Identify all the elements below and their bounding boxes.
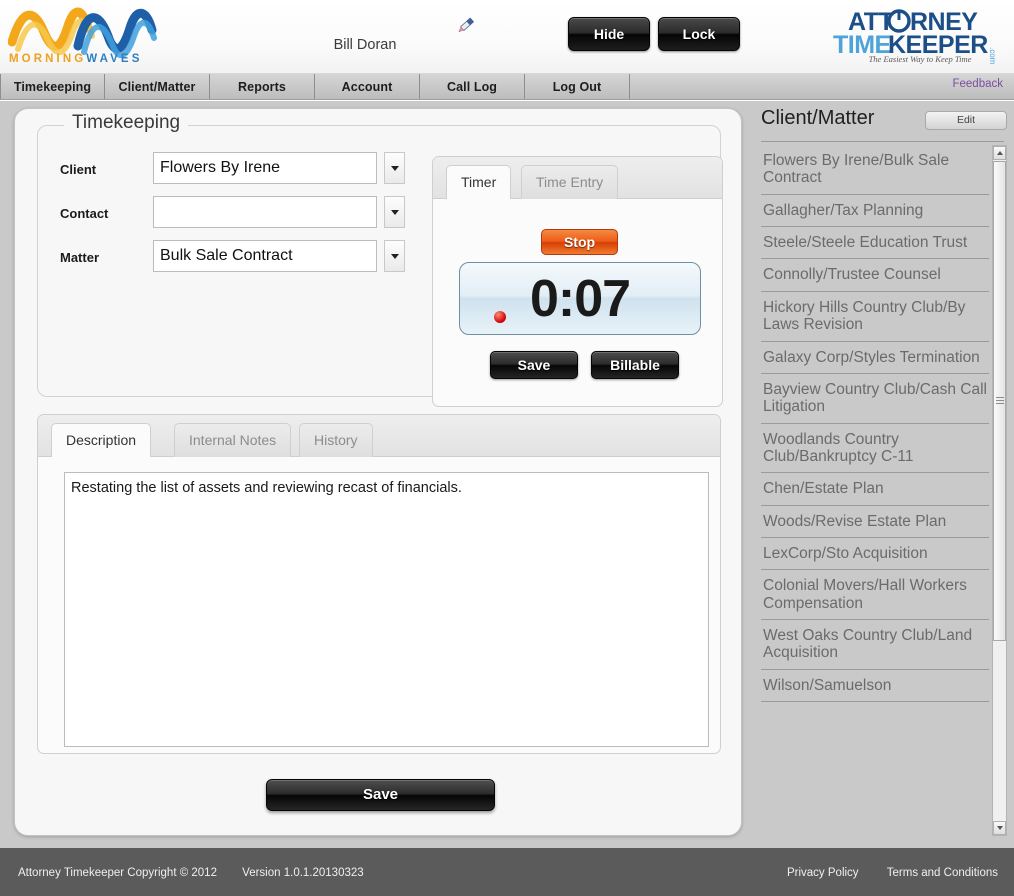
scrollbar-thumb[interactable]	[993, 161, 1006, 641]
tab-history[interactable]: History	[299, 423, 373, 457]
nav-item-timekeeping[interactable]: Timekeeping	[0, 74, 105, 99]
lock-button[interactable]: Lock	[658, 17, 740, 51]
tab-time-entry[interactable]: Time Entry	[521, 165, 619, 199]
timer-card: Timer Time Entry Stop 0:07 Save Billable	[432, 156, 723, 407]
edit-button[interactable]: Edit	[925, 111, 1007, 130]
app-header: MORNINGWAVES Bill Doran Hide Lock ATT RN…	[0, 0, 1014, 74]
feedback-link[interactable]: Feedback	[952, 78, 1003, 90]
scroll-up-icon[interactable]	[993, 146, 1006, 160]
nav-item-client-matter[interactable]: Client/Matter	[105, 74, 210, 99]
footer-links: Privacy Policy Terms and Conditions	[787, 867, 998, 879]
footer-copyright-block: Attorney Timekeeper Copyright © 2012 Ver…	[18, 867, 364, 879]
list-item[interactable]: Wilson/Samuelson	[761, 670, 989, 703]
nav-item-call-log[interactable]: Call Log	[420, 74, 525, 99]
billable-button[interactable]: Billable	[591, 351, 679, 379]
list-item[interactable]: Steele/Steele Education Trust	[761, 227, 989, 260]
sidebar-scrollbar[interactable]	[992, 145, 1007, 836]
matter-label: Matter	[60, 250, 100, 265]
svg-text:The Easiest Way to Keep Time: The Easiest Way to Keep Time	[869, 54, 972, 64]
page-title: Timekeeping	[64, 112, 189, 134]
contact-input[interactable]	[153, 196, 377, 228]
list-item[interactable]: Woods/Revise Estate Plan	[761, 506, 989, 539]
svg-text:.com: .com	[988, 47, 997, 65]
privacy-policy-link[interactable]: Privacy Policy	[787, 867, 859, 879]
nav-item-log-out[interactable]: Log Out	[525, 74, 630, 99]
sidebar-divider	[761, 141, 1004, 142]
wordmark-morning: MORNING	[9, 53, 87, 65]
timer-display: 0:07	[459, 262, 701, 335]
save-button[interactable]: Save	[266, 779, 495, 811]
client-dropdown-arrow[interactable]	[384, 152, 405, 184]
client-matter-sidebar: Client/Matter Edit Flowers By Irene/Bulk…	[750, 101, 1014, 848]
client-label: Client	[60, 162, 97, 177]
client-input[interactable]	[153, 152, 377, 184]
sidebar-title: Client/Matter	[761, 107, 875, 129]
timekeeping-fieldset: Timekeeping Client Contact Matter Timer …	[37, 112, 723, 407]
matter-input[interactable]	[153, 240, 377, 272]
nav-item-account[interactable]: Account	[315, 74, 420, 99]
stop-timer-button[interactable]: Stop	[541, 229, 618, 255]
list-item[interactable]: LexCorp/Sto Acquisition	[761, 538, 989, 571]
contact-label: Contact	[60, 206, 109, 221]
content-area: Timekeeping Client Contact Matter Timer …	[0, 101, 1014, 848]
sidebar-header: Client/Matter Edit	[750, 105, 1014, 140]
hide-button[interactable]: Hide	[568, 17, 650, 51]
list-item[interactable]: Hickory Hills Country Club/By Laws Revis…	[761, 292, 989, 342]
morningwaves-wordmark: MORNINGWAVES	[9, 53, 142, 65]
wordmark-waves: WAVES	[86, 53, 143, 65]
user-name-label: Bill Doran	[333, 37, 397, 53]
description-textarea[interactable]	[64, 472, 709, 747]
app-window: MORNINGWAVES Bill Doran Hide Lock ATT RN…	[0, 0, 1014, 896]
nav-spacer: Feedback	[630, 74, 1014, 99]
terms-and-conditions-link[interactable]: Terms and Conditions	[887, 867, 998, 879]
client-matter-list[interactable]: Flowers By Irene/Bulk Sale Contract Gall…	[761, 145, 989, 836]
timekeeping-panel: Timekeeping Client Contact Matter Timer …	[14, 108, 742, 836]
list-item[interactable]: Bayview Country Club/Cash Call Litigatio…	[761, 374, 989, 424]
list-item[interactable]: Gallagher/Tax Planning	[761, 195, 989, 228]
notes-card: Description Internal Notes History	[37, 414, 721, 754]
scroll-down-icon[interactable]	[993, 821, 1006, 835]
main-navigation: Timekeeping Client/Matter Reports Accoun…	[0, 74, 1014, 100]
scrollbar-grip-icon	[996, 397, 1004, 405]
list-item[interactable]: Chen/Estate Plan	[761, 473, 989, 506]
pencil-icon[interactable]	[455, 14, 479, 36]
tab-timer[interactable]: Timer	[446, 165, 512, 199]
app-footer: Attorney Timekeeper Copyright © 2012 Ver…	[0, 848, 1014, 896]
elapsed-time-value: 0:07	[529, 269, 631, 328]
list-item[interactable]: Woodlands Country Club/Bankruptcy C-11	[761, 424, 989, 474]
footer-version: Version 1.0.1.20130323	[242, 867, 364, 879]
matter-dropdown-arrow[interactable]	[384, 240, 405, 272]
footer-copyright: Attorney Timekeeper Copyright © 2012	[18, 867, 217, 879]
list-item[interactable]: Galaxy Corp/Styles Termination	[761, 342, 989, 374]
attorney-timekeeper-logo-icon: ATT RNEY TIME KEEPER .com The Easiest Wa…	[833, 8, 997, 65]
list-item[interactable]: Colonial Movers/Hall Workers Compensatio…	[761, 570, 989, 621]
list-item[interactable]: Flowers By Irene/Bulk Sale Contract	[761, 145, 989, 195]
tab-internal-notes[interactable]: Internal Notes	[174, 423, 292, 457]
list-item[interactable]: Connolly/Trustee Counsel	[761, 259, 989, 292]
contact-dropdown-arrow[interactable]	[384, 196, 405, 228]
list-item[interactable]: West Oaks Country Club/Land Acquisition	[761, 620, 989, 670]
nav-item-reports[interactable]: Reports	[210, 74, 315, 99]
tab-description[interactable]: Description	[51, 423, 152, 457]
timer-save-button[interactable]: Save	[490, 351, 578, 379]
